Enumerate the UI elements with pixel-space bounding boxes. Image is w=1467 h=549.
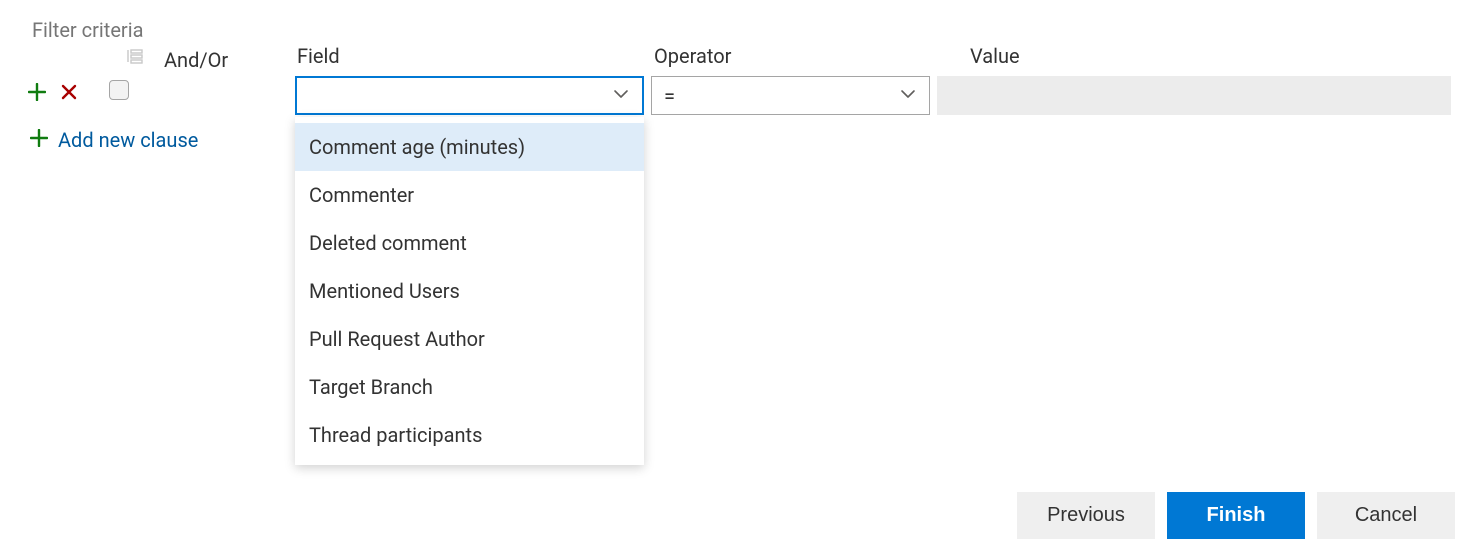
field-option[interactable]: Target Branch [295, 363, 644, 411]
add-clause-icon[interactable] [25, 80, 49, 104]
andor-checkbox[interactable] [109, 80, 129, 100]
column-header-operator: Operator [654, 44, 731, 68]
column-header-andor: And/Or [164, 48, 228, 72]
plus-icon [30, 129, 48, 151]
chevron-down-icon [899, 84, 917, 108]
finish-button[interactable]: Finish [1167, 492, 1305, 539]
field-option[interactable]: Pull Request Author [295, 315, 644, 363]
column-header-value: Value [970, 44, 1020, 68]
add-new-clause-link[interactable]: Add new clause [30, 128, 198, 152]
previous-button[interactable]: Previous [1017, 492, 1155, 539]
chevron-down-icon [612, 84, 630, 108]
group-rows-icon [125, 46, 145, 71]
column-header-field: Field [297, 44, 340, 68]
field-option[interactable]: Commenter [295, 171, 644, 219]
field-dropdown-list[interactable]: Comment age (minutes)CommenterDeleted co… [295, 117, 644, 465]
field-dropdown[interactable] [295, 76, 644, 115]
field-option[interactable]: Mentioned Users [295, 267, 644, 315]
operator-dropdown[interactable]: = [651, 76, 930, 115]
cancel-button[interactable]: Cancel [1317, 492, 1455, 539]
add-new-clause-label: Add new clause [58, 128, 198, 152]
field-option[interactable]: Comment age (minutes) [295, 123, 644, 171]
filter-criteria-label: Filter criteria [32, 18, 143, 42]
remove-clause-icon[interactable] [57, 80, 81, 104]
value-input[interactable] [937, 76, 1451, 115]
field-option[interactable]: Thread participants [295, 411, 644, 459]
field-option[interactable]: Deleted comment [295, 219, 644, 267]
operator-dropdown-value: = [664, 84, 675, 108]
